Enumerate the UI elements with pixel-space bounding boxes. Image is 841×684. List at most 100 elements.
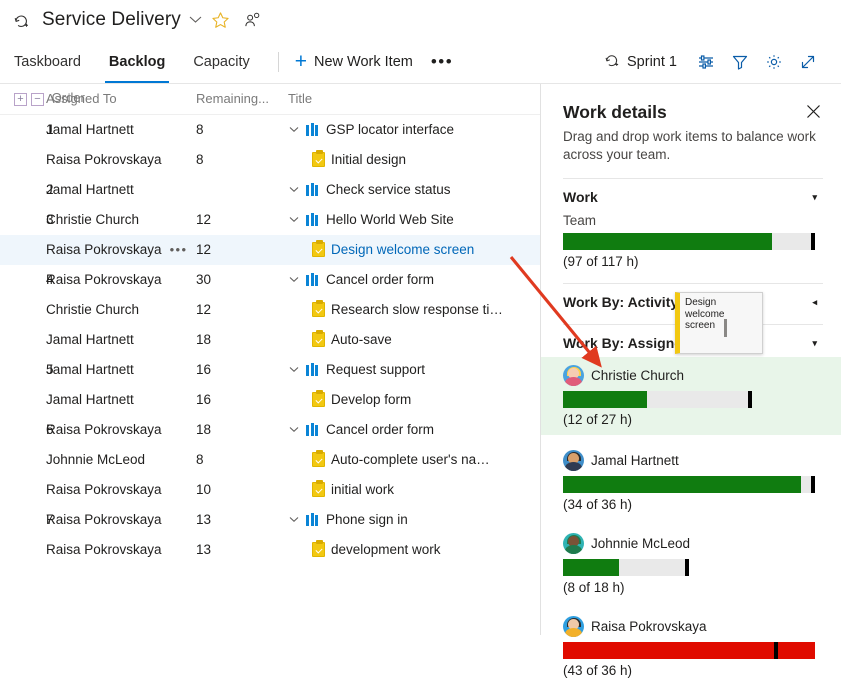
table-row[interactable]: 3Christie Church12Hello World Web Site <box>0 205 540 235</box>
cell-order <box>0 535 46 565</box>
work-item-title[interactable]: Auto-complete user's na… <box>331 452 490 467</box>
row-expand-chevron-icon[interactable] <box>288 424 300 436</box>
assigned-to-name: Raisa Pokrovskaya <box>46 152 162 167</box>
people-search-icon[interactable] <box>240 7 266 33</box>
tab-capacity[interactable]: Capacity <box>179 40 263 83</box>
table-row[interactable]: 2Jamal HartnettCheck service status <box>0 175 540 205</box>
work-item-title[interactable]: Cancel order form <box>326 272 434 287</box>
work-item-title[interactable]: Phone sign in <box>326 512 408 527</box>
table-row[interactable]: Christie Church12Research slow response … <box>0 295 540 325</box>
column-header-remaining[interactable]: Remaining... <box>196 84 288 115</box>
work-item-title[interactable]: GSP locator interface <box>326 122 454 137</box>
iteration-icon[interactable] <box>8 7 34 33</box>
assignee-block[interactable]: Johnnie McLeod(8 of 18 h) <box>563 518 823 601</box>
chevron-down-icon[interactable]: ▾ <box>812 338 817 349</box>
table-row[interactable]: Raisa Pokrovskaya13development work <box>0 535 540 565</box>
expand-collapse-header: +− Order <box>0 84 46 115</box>
close-icon[interactable] <box>798 102 823 124</box>
fullscreen-icon[interactable] <box>793 47 823 77</box>
cell-remaining-work: 13 <box>196 535 288 565</box>
page-title: Service Delivery <box>42 9 181 31</box>
work-item-title[interactable]: initial work <box>331 482 394 497</box>
assignee-block[interactable]: Jamal Hartnett(34 of 36 h) <box>563 435 823 518</box>
assignee-hours: (8 of 18 h) <box>563 580 823 595</box>
filter-icon[interactable] <box>725 47 755 77</box>
row-context-menu-button[interactable]: ••• <box>170 242 188 257</box>
work-item-title[interactable]: development work <box>331 542 441 557</box>
work-item-title[interactable]: Cancel order form <box>326 422 434 437</box>
collapse-all-button[interactable]: − <box>31 93 44 106</box>
assignee-row: Jamal Hartnett <box>563 450 823 471</box>
row-expand-chevron-icon[interactable] <box>288 514 300 526</box>
cell-title: Design welcome screen <box>288 235 540 265</box>
cell-remaining-work: 18 <box>196 415 288 445</box>
assigned-to-name: Jamal Hartnett <box>46 362 134 377</box>
product-backlog-item-icon <box>306 273 320 286</box>
assigned-to-name: Christie Church <box>46 212 139 227</box>
work-item-title[interactable]: Hello World Web Site <box>326 212 454 227</box>
cell-assigned-to: Raisa Pokrovskaya <box>46 145 196 175</box>
row-expand-chevron-icon[interactable] <box>288 364 300 376</box>
cell-title: Develop form <box>288 385 540 415</box>
work-item-title[interactable]: Design welcome screen <box>331 242 474 257</box>
title-wrapper: initial work <box>288 482 540 497</box>
assignee-list: Christie Church(12 of 27 h)Jamal Hartnet… <box>563 357 823 684</box>
chevron-collapsed-icon[interactable]: ◂ <box>812 297 817 308</box>
sprint-selector[interactable]: Sprint 1 <box>600 52 687 72</box>
cell-remaining-work: 12 <box>196 235 288 265</box>
title-wrapper: Auto-complete user's na… <box>288 452 540 467</box>
table-row[interactable]: 6Raisa Pokrovskaya18Cancel order form <box>0 415 540 445</box>
tab-backlog[interactable]: Backlog <box>95 40 179 83</box>
row-expand-chevron-icon[interactable] <box>288 184 300 196</box>
table-row[interactable]: 7Raisa Pokrovskaya13Phone sign in <box>0 505 540 535</box>
row-expand-chevron-icon[interactable] <box>288 214 300 226</box>
work-section-header[interactable]: Work ▾ <box>563 189 823 205</box>
expand-all-button[interactable]: + <box>14 93 27 106</box>
work-item-title[interactable]: Develop form <box>331 392 411 407</box>
table-row[interactable]: 5Jamal Hartnett16Request support <box>0 355 540 385</box>
cell-order: 4 <box>0 265 46 295</box>
table-row[interactable]: 4Raisa Pokrovskaya30Cancel order form <box>0 265 540 295</box>
work-item-title[interactable]: Research slow response ti… <box>331 302 503 317</box>
settings-gear-icon[interactable] <box>759 47 789 77</box>
work-item-title[interactable]: Check service status <box>326 182 451 197</box>
column-header-title[interactable]: Title <box>288 84 540 115</box>
column-options-icon[interactable] <box>691 47 721 77</box>
progress-fill <box>563 391 647 408</box>
work-item-title[interactable]: Request support <box>326 362 425 377</box>
tab-taskboard-label: Taskboard <box>14 54 81 70</box>
work-item-title[interactable]: Initial design <box>331 152 406 167</box>
table-row[interactable]: Johnnie McLeod8Auto-complete user's na… <box>0 445 540 475</box>
sprint-label: Sprint 1 <box>627 54 677 70</box>
column-header-assigned-to[interactable]: Assigned To <box>46 84 196 115</box>
backlog-table-body: 1Jamal Hartnett8GSP locator interfaceRai… <box>0 115 540 565</box>
row-expand-chevron-icon[interactable] <box>288 124 300 136</box>
favorite-star-icon[interactable] <box>208 7 234 33</box>
assigned-to-name: Jamal Hartnett <box>46 392 134 407</box>
work-item-title[interactable]: Auto-save <box>331 332 392 347</box>
chevron-down-icon[interactable]: ▾ <box>812 192 817 203</box>
team-hours: (97 of 117 h) <box>563 254 823 269</box>
tab-taskboard[interactable]: Taskboard <box>0 40 95 83</box>
drag-preview-card[interactable]: Design welcome screen <box>675 292 763 354</box>
table-row[interactable]: Jamal Hartnett18Auto-save <box>0 325 540 355</box>
assignee-block[interactable]: Raisa Pokrovskaya(43 of 36 h) <box>563 601 823 684</box>
chevron-down-icon[interactable] <box>189 13 202 27</box>
table-row[interactable]: Raisa Pokrovskaya8Initial design <box>0 145 540 175</box>
task-icon <box>312 392 325 407</box>
table-row[interactable]: Raisa Pokrovskaya•••12Design welcome scr… <box>0 235 540 265</box>
new-work-item-button[interactable]: + New Work Item <box>289 51 419 72</box>
work-details-subtitle: Drag and drop work items to balance work… <box>563 128 823 164</box>
row-expand-chevron-icon[interactable] <box>288 274 300 286</box>
cell-remaining-work: 16 <box>196 385 288 415</box>
progress-fill <box>563 559 619 576</box>
assigned-to-name: Jamal Hartnett <box>46 182 134 197</box>
product-backlog-item-icon <box>306 123 320 136</box>
cell-title: Phone sign in <box>288 505 540 535</box>
more-commands-button[interactable]: ••• <box>419 52 465 72</box>
table-row[interactable]: Raisa Pokrovskaya10initial work <box>0 475 540 505</box>
table-row[interactable]: 1Jamal Hartnett8GSP locator interface <box>0 115 540 145</box>
cell-assigned-to: Christie Church <box>46 205 196 235</box>
assignee-block[interactable]: Christie Church(12 of 27 h) <box>541 357 841 435</box>
table-row[interactable]: Jamal Hartnett 16 Develop form <box>0 385 540 415</box>
